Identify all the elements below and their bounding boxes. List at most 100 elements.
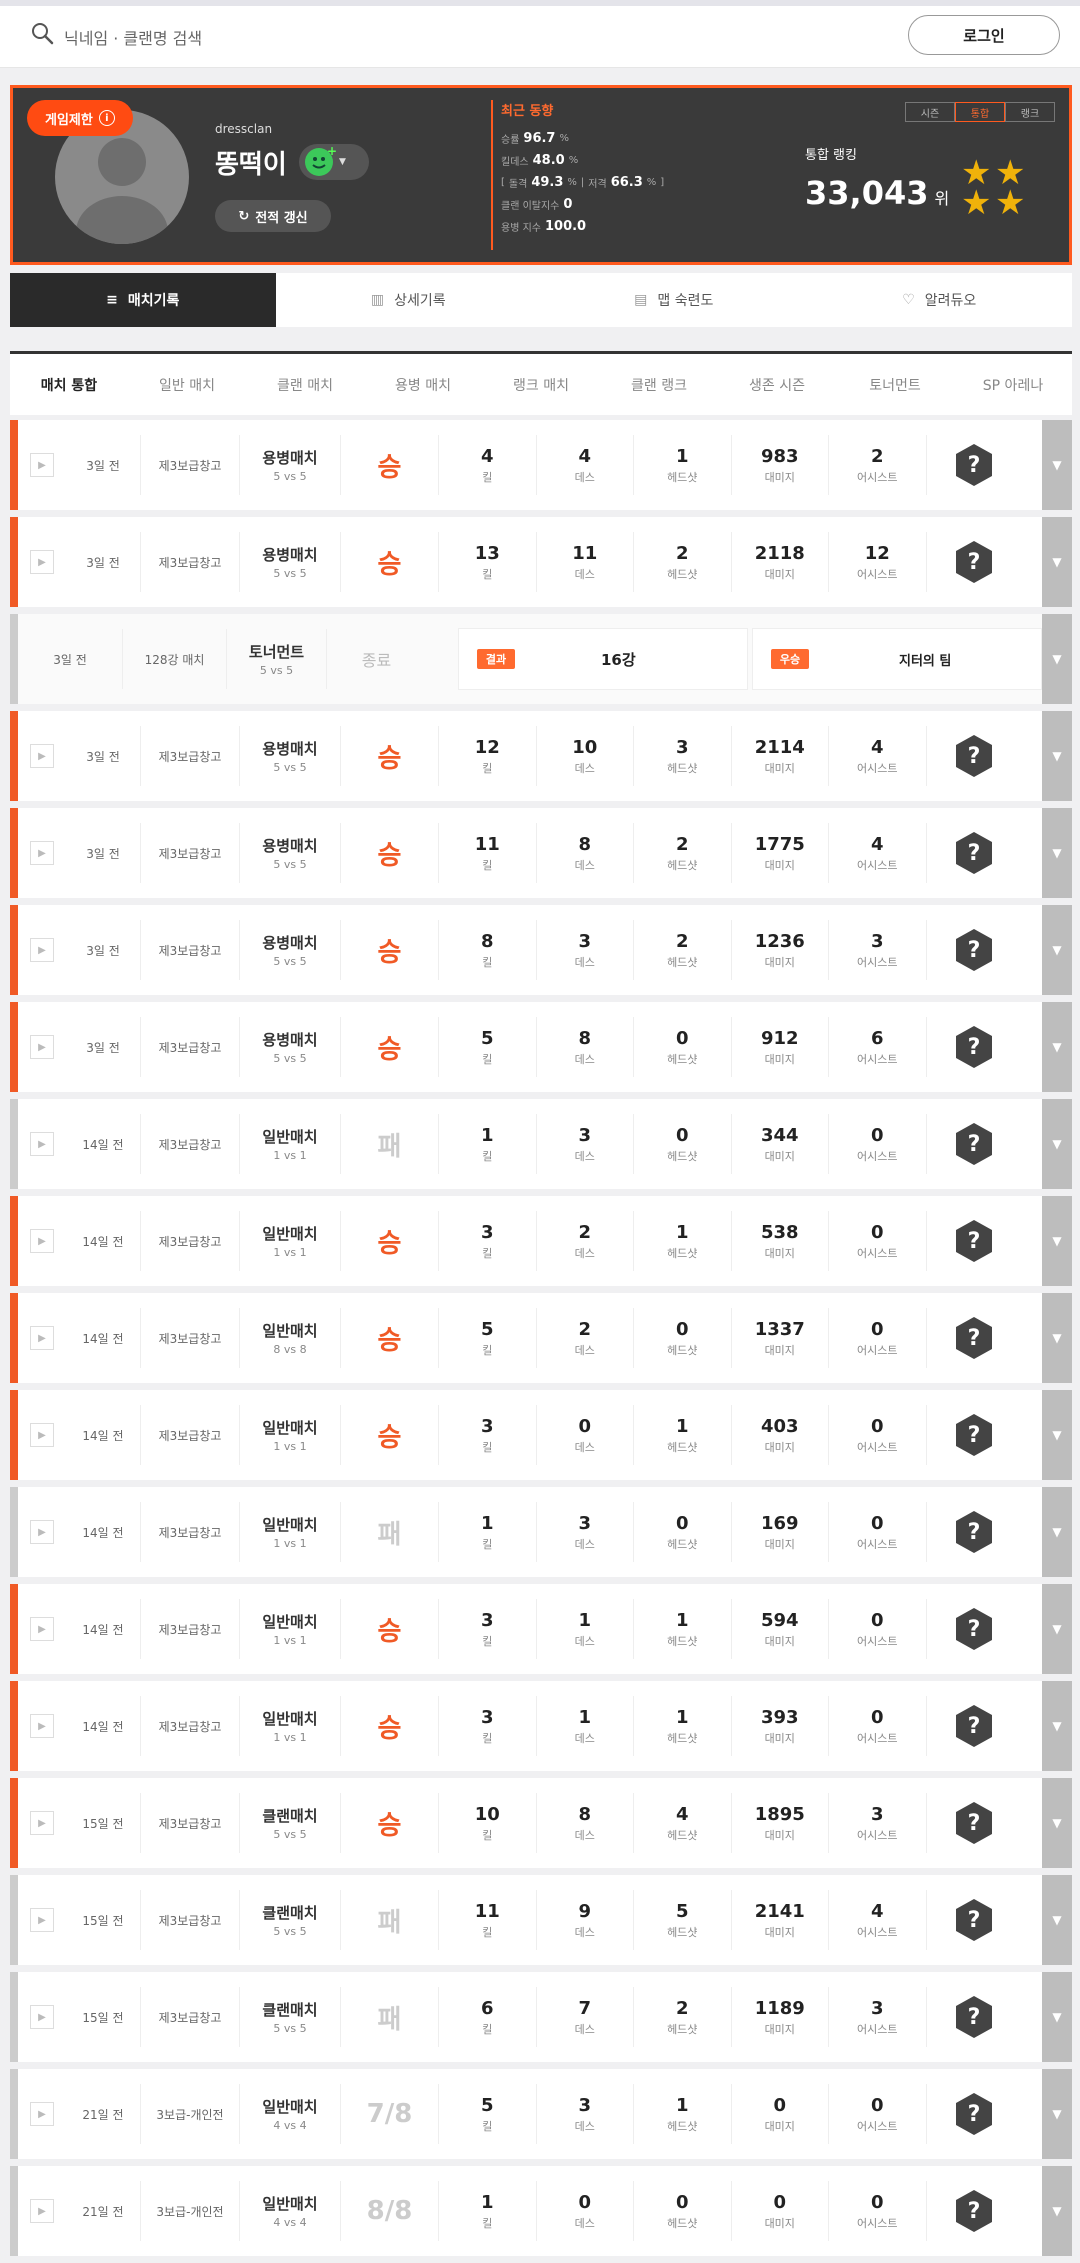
filter-merc[interactable]: 용병 매치: [364, 354, 482, 415]
expand-button[interactable]: ▼: [1042, 711, 1072, 801]
replay-button[interactable]: ▶: [18, 2005, 66, 2029]
login-button[interactable]: 로그인: [908, 15, 1060, 55]
match-row[interactable]: ▶ 15일 전 제3보급창고 클랜매치 5 vs 5 패 6 킬 7 데스 2 헤드샷 1189 대미지 3…: [10, 1972, 1072, 2062]
expand-button[interactable]: ▼: [1042, 1002, 1072, 1092]
expand-button[interactable]: ▼: [1042, 1196, 1072, 1286]
match-row[interactable]: ▶ 14일 전 제3보급창고 일반매치 8 vs 8 승 5 킬 2 데스 0 헤드샷 1337 대미지 0…: [10, 1293, 1072, 1383]
tab-rank[interactable]: 랭크: [1005, 102, 1055, 122]
match-row[interactable]: ▶ 21일 전 3보급-개인전 일반매치 4 vs 4 8/8 1 킬 0 데스 0 헤드샷 0 대미지 0…: [10, 2166, 1072, 2256]
chevron-down-icon: ▼: [1052, 1040, 1062, 1054]
replay-button[interactable]: ▶: [18, 1229, 66, 1253]
match-row[interactable]: ▶ 15일 전 제3보급창고 클랜매치 5 vs 5 패 11 킬 9 데스 5 헤드샷 2141 대미지…: [10, 1875, 1072, 1965]
weapon-slot: ?: [925, 920, 1022, 980]
match-row[interactable]: ▶ 21일 전 3보급-개인전 일반매치 4 vs 4 7/8 5 킬 3 데스 1 헤드샷 0 대미지 0…: [10, 2069, 1072, 2159]
tab-map-proficiency[interactable]: ▤ 맵 숙련도: [541, 273, 807, 327]
game-restriction-badge[interactable]: 게임제한 i: [27, 100, 133, 136]
clan-name[interactable]: dressclan: [215, 122, 272, 136]
tab-total[interactable]: 통합: [955, 102, 1005, 122]
expand-button[interactable]: ▼: [1042, 614, 1072, 704]
refresh-record-button[interactable]: ↻ 전적 갱신: [215, 200, 331, 232]
replay-button[interactable]: ▶: [18, 2102, 66, 2126]
match-row[interactable]: ▶ 14일 전 제3보급창고 일반매치 1 vs 1 승 3 킬 2 데스 1 헤드샷 538 대미지 0 어…: [10, 1196, 1072, 1286]
replay-button[interactable]: ▶: [18, 1811, 66, 1835]
replay-button[interactable]: ▶: [18, 550, 66, 574]
replay-button[interactable]: ▶: [18, 1714, 66, 1738]
filter-normal[interactable]: 일반 매치: [128, 354, 246, 415]
replay-button[interactable]: ▶: [18, 841, 66, 865]
tab-duo[interactable]: ♡ 알려듀오: [807, 273, 1073, 327]
match-row[interactable]: ▶ 3일 전 제3보급창고 용병매치 5 vs 5 승 4 킬 4 데스 1 헤드샷 983 대미지 2 어시…: [10, 420, 1072, 510]
filter-clan-rank[interactable]: 클랜 랭크: [600, 354, 718, 415]
match-type: 클랜매치 5 vs 5: [240, 1999, 340, 2035]
expand-button[interactable]: ▼: [1042, 2166, 1072, 2256]
tab-season[interactable]: 시즌: [905, 102, 955, 122]
expand-button[interactable]: ▼: [1042, 1972, 1072, 2062]
expand-button[interactable]: ▼: [1042, 1778, 1072, 1868]
match-row[interactable]: ▶ 3일 전 제3보급창고 용병매치 5 vs 5 승 12 킬 10 데스 3 헤드샷 2114 대미지…: [10, 711, 1072, 801]
filter-sp-arena[interactable]: SP 아레나: [954, 354, 1072, 415]
match-row[interactable]: ▶ 14일 전 제3보급창고 일반매치 1 vs 1 승 3 킬 1 데스 1 헤드샷 594 대미지 0 어…: [10, 1584, 1072, 1674]
match-row[interactable]: ▶ 15일 전 제3보급창고 클랜매치 5 vs 5 승 10 킬 8 데스 4 헤드샷 1895 대미지…: [10, 1778, 1072, 1868]
stat-death-value: 3: [578, 2094, 592, 2116]
expand-button[interactable]: ▼: [1042, 1875, 1072, 1965]
search-input[interactable]: 닉네임 · 클랜명 검색: [64, 25, 202, 49]
match-mode: 5 vs 5: [273, 1052, 307, 1065]
replay-button[interactable]: ▶: [18, 1035, 66, 1059]
bracket-open: [: [501, 176, 505, 188]
match-type: 일반매치 1 vs 1: [240, 1708, 340, 1744]
tab-detail-record[interactable]: ▥ 상세기록: [276, 273, 542, 327]
stat-death-label: 데스: [574, 1052, 595, 1066]
expand-button[interactable]: ▼: [1042, 808, 1072, 898]
stat-damage-label: 대미지: [764, 1052, 795, 1066]
stat-assist-value: 0: [870, 1124, 884, 1146]
expand-button[interactable]: ▼: [1042, 905, 1072, 995]
tab-match-record[interactable]: ≡ 매치기록: [10, 273, 276, 327]
tournament-status: 종료: [326, 629, 426, 689]
expand-button[interactable]: ▼: [1042, 420, 1072, 510]
filter-clan[interactable]: 클랜 매치: [246, 354, 364, 415]
match-row[interactable]: ▶ 3일 전 제3보급창고 용병매치 5 vs 5 승 8 킬 3 데스 2 헤드샷 1236 대미지 3 어…: [10, 905, 1072, 995]
chevron-down-icon: ▼: [1052, 1137, 1062, 1151]
replay-button[interactable]: ▶: [18, 938, 66, 962]
filter-survival[interactable]: 생존 시즌: [718, 354, 836, 415]
expand-button[interactable]: ▼: [1042, 1293, 1072, 1383]
filter-tournament[interactable]: 토너먼트: [836, 354, 954, 415]
replay-button[interactable]: ▶: [18, 1520, 66, 1544]
match-row[interactable]: ▶ 14일 전 제3보급창고 일반매치 1 vs 1 패 1 킬 3 데스 0 헤드샷 169 대미지 0 어…: [10, 1487, 1072, 1577]
expand-button[interactable]: ▼: [1042, 1487, 1072, 1577]
expand-button[interactable]: ▼: [1042, 1390, 1072, 1480]
filter-all[interactable]: 매치 통합: [10, 354, 128, 415]
stat-assist-label: 어시스트: [857, 1149, 898, 1163]
stat-assist: 0 어시스트: [828, 1308, 926, 1368]
stat-damage: 0 대미지: [730, 2181, 829, 2241]
replay-button[interactable]: ▶: [18, 1617, 66, 1641]
replay-button[interactable]: ▶: [18, 1326, 66, 1350]
replay-button[interactable]: ▶: [18, 744, 66, 768]
search-icon[interactable]: [30, 21, 56, 47]
tournament-row[interactable]: 3일 전 128강 매치 토너먼트 5 vs 5 종료 결과 16강 우승 지터의 팀 ▼: [10, 614, 1072, 704]
match-row[interactable]: ▶ 14일 전 제3보급창고 일반매치 1 vs 1 승 3 킬 1 데스 1 헤드샷 393 대미지 0 어…: [10, 1681, 1072, 1771]
rank-stars-icon: ★ ★ ★ ★: [961, 153, 1026, 223]
replay-button[interactable]: ▶: [18, 1423, 66, 1447]
replay-button[interactable]: ▶: [18, 2199, 66, 2223]
match-row[interactable]: ▶ 14일 전 제3보급창고 일반매치 1 vs 1 승 3 킬 0 데스 1 헤드샷 403 대미지 0 어…: [10, 1390, 1072, 1480]
replay-button[interactable]: ▶: [18, 453, 66, 477]
match-row[interactable]: ▶ 3일 전 제3보급창고 용병매치 5 vs 5 승 5 킬 8 데스 0 헤드샷 912 대미지 6 어시…: [10, 1002, 1072, 1092]
match-mode: 5 vs 5: [273, 955, 307, 968]
match-row[interactable]: ▶ 3일 전 제3보급창고 용병매치 5 vs 5 승 11 킬 8 데스 2 헤드샷 1775 대미지 4…: [10, 808, 1072, 898]
filter-rank[interactable]: 랭크 매치: [482, 354, 600, 415]
expand-button[interactable]: ▼: [1042, 2069, 1072, 2159]
expand-button[interactable]: ▼: [1042, 1584, 1072, 1674]
emblem-dropdown[interactable]: + ▼: [299, 144, 369, 180]
match-map: 제3보급창고: [140, 1211, 240, 1271]
expand-button[interactable]: ▼: [1042, 1099, 1072, 1189]
expand-button[interactable]: ▼: [1042, 1681, 1072, 1771]
stat-kill-value: 3: [480, 1415, 494, 1437]
expand-button[interactable]: ▼: [1042, 517, 1072, 607]
stat-assist: 0 어시스트: [828, 1405, 926, 1465]
unknown-weapon-icon: ?: [954, 1413, 994, 1457]
replay-button[interactable]: ▶: [18, 1132, 66, 1156]
match-row[interactable]: ▶ 14일 전 제3보급창고 일반매치 1 vs 1 패 1 킬 3 데스 0 헤드샷 344 대미지 0 어…: [10, 1099, 1072, 1189]
match-row[interactable]: ▶ 3일 전 제3보급창고 용병매치 5 vs 5 승 13 킬 11 데스 2 헤드샷 2118 대미지…: [10, 517, 1072, 607]
replay-button[interactable]: ▶: [18, 1908, 66, 1932]
